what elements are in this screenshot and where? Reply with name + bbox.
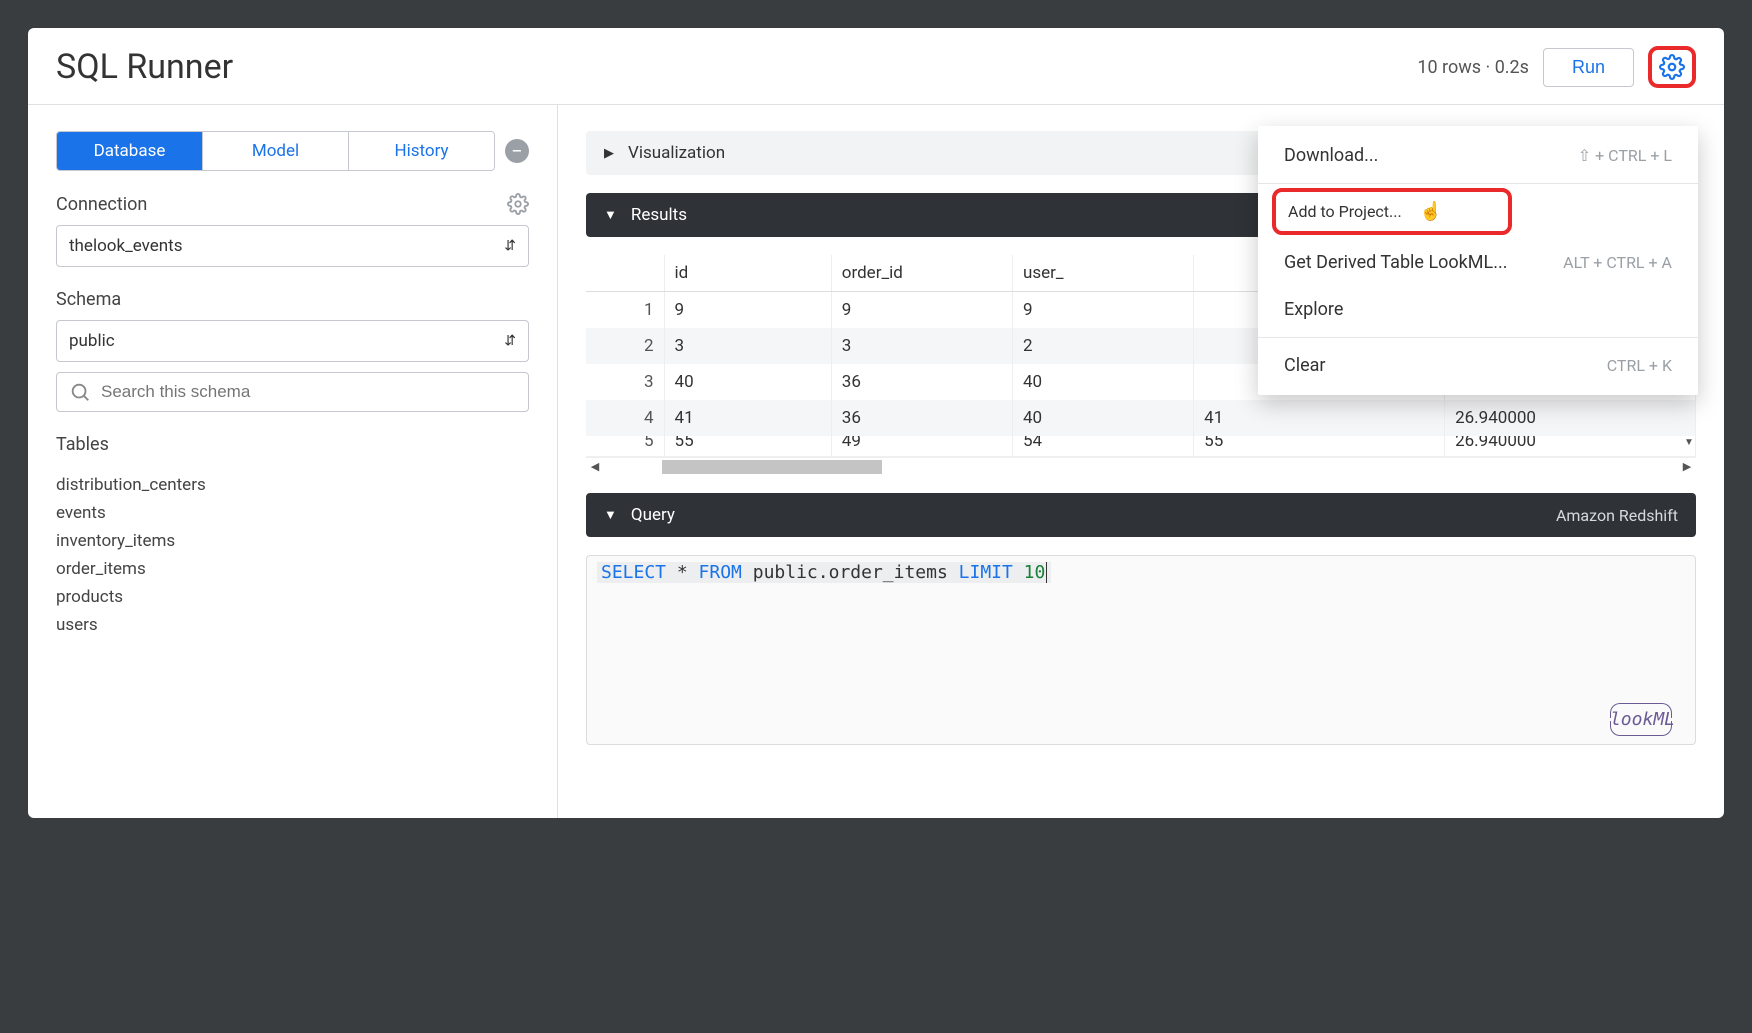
- page-title: SQL Runner: [56, 47, 233, 87]
- table-item[interactable]: users: [56, 611, 529, 639]
- schema-search[interactable]: [56, 372, 529, 412]
- pointer-cursor-icon: ☝: [1420, 201, 1442, 222]
- search-icon: [69, 381, 91, 403]
- horizontal-scrollbar[interactable]: ◀ ▶: [586, 457, 1696, 475]
- collapse-sidebar-icon[interactable]: −: [505, 139, 529, 163]
- scroll-thumb[interactable]: [662, 460, 882, 474]
- menu-item-derived-lookml[interactable]: Get Derived Table LookML... ALT + CTRL +…: [1258, 239, 1698, 286]
- menu-divider: [1258, 183, 1698, 184]
- connection-select[interactable]: thelook_events ⇵: [56, 225, 529, 267]
- sql-editor[interactable]: SELECT * FROM public.order_items LIMIT 1…: [586, 555, 1696, 745]
- table-item[interactable]: events: [56, 499, 529, 527]
- menu-divider: [1258, 337, 1698, 338]
- sidebar: Database Model History − Connection thel…: [28, 105, 558, 818]
- header: SQL Runner 10 rows · 0.2s Run: [28, 28, 1724, 105]
- table-item[interactable]: products: [56, 583, 529, 611]
- column-header[interactable]: id: [664, 255, 831, 292]
- result-stats: 10 rows · 0.2s: [1417, 57, 1529, 78]
- results-label: Results: [631, 205, 687, 225]
- schema-value: public: [69, 331, 115, 351]
- scroll-track[interactable]: [604, 460, 1678, 474]
- table-item[interactable]: distribution_centers: [56, 471, 529, 499]
- scroll-right-icon[interactable]: ▶: [1678, 460, 1696, 473]
- table-row: 4 41 36 40 41 26.940000: [586, 400, 1696, 436]
- menu-item-add-to-project[interactable]: Add to Project... ☝: [1272, 188, 1512, 235]
- tab-history[interactable]: History: [349, 132, 494, 170]
- tab-database[interactable]: Database: [57, 132, 203, 170]
- connection-value: thelook_events: [69, 236, 183, 256]
- shortcut-text: ⇧ + CTRL + L: [1578, 146, 1672, 165]
- menu-item-explore[interactable]: Explore: [1258, 286, 1698, 333]
- run-button[interactable]: Run: [1543, 48, 1634, 87]
- tab-model[interactable]: Model: [203, 132, 349, 170]
- sql-code-line: SELECT * FROM public.order_items LIMIT 1…: [597, 562, 1051, 583]
- updown-icon: ⇵: [504, 333, 516, 349]
- settings-gear-button[interactable]: [1648, 46, 1696, 88]
- chevron-down-icon: ▼: [604, 207, 617, 223]
- header-actions: 10 rows · 0.2s Run: [1417, 46, 1696, 88]
- scroll-down-icon[interactable]: ▼: [1682, 437, 1696, 453]
- gear-icon: [1659, 54, 1685, 80]
- column-header[interactable]: order_id: [831, 255, 1012, 292]
- scroll-left-icon[interactable]: ◀: [586, 460, 604, 473]
- lookml-badge: lookML: [1610, 709, 1675, 730]
- menu-item-download[interactable]: Download... ⇧ + CTRL + L: [1258, 132, 1698, 179]
- schema-label: Schema: [56, 289, 529, 310]
- shortcut-text: ALT + CTRL + A: [1563, 253, 1672, 272]
- connection-label: Connection: [56, 194, 147, 215]
- chevron-down-icon: ▼: [604, 507, 617, 523]
- schema-search-input[interactable]: [101, 382, 516, 402]
- sql-runner-window: SQL Runner 10 rows · 0.2s Run Database M…: [28, 28, 1724, 818]
- tables-list: distribution_centers events inventory_it…: [56, 471, 529, 639]
- updown-icon: ⇵: [504, 238, 516, 254]
- shortcut-text: CTRL + K: [1607, 356, 1672, 375]
- column-header[interactable]: user_: [1012, 255, 1193, 292]
- gear-dropdown-menu: Download... ⇧ + CTRL + L Add to Project.…: [1258, 126, 1698, 395]
- table-item[interactable]: order_items: [56, 555, 529, 583]
- chevron-right-icon: ▶: [604, 146, 614, 161]
- sidebar-tab-row: Database Model History −: [56, 131, 529, 171]
- menu-item-clear[interactable]: Clear CTRL + K: [1258, 342, 1698, 389]
- query-label: Query: [631, 505, 675, 525]
- query-section-bar[interactable]: ▼ Query Amazon Redshift: [586, 493, 1696, 537]
- connection-settings-gear-icon[interactable]: [507, 193, 529, 215]
- table-item[interactable]: inventory_items: [56, 527, 529, 555]
- tables-label: Tables: [56, 434, 529, 455]
- query-provider: Amazon Redshift: [1556, 506, 1678, 525]
- tab-group: Database Model History: [56, 131, 495, 171]
- schema-select[interactable]: public ⇵: [56, 320, 529, 362]
- visualization-label: Visualization: [628, 143, 725, 163]
- table-row: 5 55 49 54 55 26.940000: [586, 436, 1696, 456]
- col-rownum: [586, 255, 664, 292]
